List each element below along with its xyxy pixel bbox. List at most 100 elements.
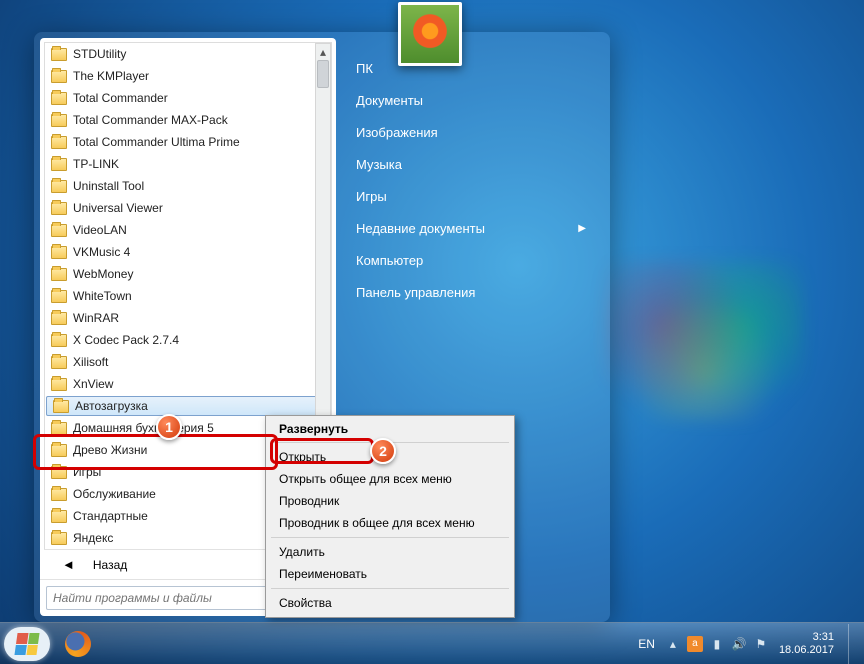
program-folder-item[interactable]: Total Commander Ultima Prime (45, 131, 331, 153)
folder-icon (51, 356, 67, 369)
program-folder-item[interactable]: WebMoney (45, 263, 331, 285)
folder-icon (51, 378, 67, 391)
firefox-icon (65, 631, 91, 657)
user-picture-icon (401, 5, 459, 63)
program-label: VKMusic 4 (73, 245, 130, 259)
taskbar: EN ▴ a ▮ 🔊 ⚑ 3:31 18.06.2017 (0, 622, 864, 664)
folder-icon (51, 224, 67, 237)
program-folder-item[interactable]: VKMusic 4 (45, 241, 331, 263)
chevron-right-icon: ▶ (578, 223, 586, 234)
program-folder-item[interactable]: Total Commander MAX-Pack (45, 109, 331, 131)
start-menu-link-label: ПК (356, 61, 373, 76)
program-folder-item[interactable]: WhiteTown (45, 285, 331, 307)
user-picture-frame[interactable] (398, 2, 462, 66)
program-label: TP-LINK (73, 157, 119, 171)
language-indicator[interactable]: EN (638, 637, 655, 651)
wallpaper-glow (604, 260, 804, 420)
folder-icon (51, 444, 67, 457)
start-menu-link[interactable]: Игры (354, 180, 594, 212)
context-menu-item[interactable]: Проводник в общее для всех меню (269, 512, 511, 534)
program-label: The KMPlayer (73, 69, 149, 83)
program-label: STDUtility (73, 47, 126, 61)
program-folder-item[interactable]: Universal Viewer (45, 197, 331, 219)
folder-icon (51, 136, 67, 149)
start-menu-link[interactable]: Компьютер (354, 244, 594, 276)
context-menu-item[interactable]: Проводник (269, 490, 511, 512)
start-menu-link-label: Документы (356, 93, 423, 108)
program-label: Xilisoft (73, 355, 108, 369)
start-menu-link[interactable]: Документы (354, 84, 594, 116)
taskbar-firefox[interactable] (54, 627, 102, 661)
program-label: Universal Viewer (73, 201, 163, 215)
start-menu-link[interactable]: Музыка (354, 148, 594, 180)
program-label: Total Commander MAX-Pack (73, 113, 228, 127)
context-menu-item[interactable]: Свойства (269, 592, 511, 614)
program-folder-item[interactable]: STDUtility (45, 43, 331, 65)
program-label: Игры (73, 465, 101, 479)
context-menu-header[interactable]: Развернуть (269, 419, 511, 439)
program-label: Древо Жизни (73, 443, 147, 457)
start-button[interactable] (4, 627, 50, 661)
scroll-up-icon[interactable]: ▴ (316, 44, 330, 60)
annotation-badge-1: 1 (156, 414, 182, 440)
folder-icon (51, 312, 67, 325)
folder-icon (51, 114, 67, 127)
folder-icon (51, 532, 67, 545)
program-label: Стандартные (73, 509, 148, 523)
start-menu-link-label: Музыка (356, 157, 402, 172)
folder-icon (51, 246, 67, 259)
program-folder-item[interactable]: XnView (45, 373, 331, 395)
program-label: Домашняя бухгалтерия 5 (73, 421, 214, 435)
folder-icon (51, 422, 67, 435)
start-menu-link[interactable]: Панель управления (354, 276, 594, 308)
tray-network-icon[interactable]: ▮ (709, 636, 725, 652)
folder-icon (53, 400, 69, 413)
folder-icon (51, 510, 67, 523)
folder-icon (51, 92, 67, 105)
folder-icon (51, 334, 67, 347)
program-label: Uninstall Tool (73, 179, 144, 193)
tray-flag-icon[interactable]: ⚑ (753, 636, 769, 652)
program-label: X Codec Pack 2.7.4 (73, 333, 179, 347)
start-menu-link-label: Игры (356, 189, 387, 204)
folder-icon (51, 48, 67, 61)
program-folder-item[interactable]: X Codec Pack 2.7.4 (45, 329, 331, 351)
tray-chevron-up-icon[interactable]: ▴ (665, 636, 681, 652)
program-label: Обслуживание (73, 487, 156, 501)
start-menu-link[interactable]: Изображения (354, 116, 594, 148)
program-folder-item[interactable]: WinRAR (45, 307, 331, 329)
program-label: WhiteTown (73, 289, 132, 303)
program-label: Автозагрузка (75, 399, 148, 413)
program-label: VideoLAN (73, 223, 127, 237)
start-menu-link[interactable]: ПК (354, 52, 594, 84)
program-folder-item[interactable]: Автозагрузка (46, 396, 330, 416)
program-folder-item[interactable]: Total Commander (45, 87, 331, 109)
program-label: WebMoney (73, 267, 133, 281)
start-menu-link[interactable]: Недавние документы▶ (354, 212, 594, 244)
back-label: Назад (93, 558, 127, 572)
context-menu-item[interactable]: Удалить (269, 541, 511, 563)
context-menu-separator (271, 537, 509, 538)
program-folder-item[interactable]: VideoLAN (45, 219, 331, 241)
tray-volume-icon[interactable]: 🔊 (731, 636, 747, 652)
context-menu-item[interactable]: Переименовать (269, 563, 511, 585)
folder-icon (51, 202, 67, 215)
program-folder-item[interactable]: Xilisoft (45, 351, 331, 373)
start-menu-link-label: Панель управления (356, 285, 475, 300)
start-menu-link-label: Компьютер (356, 253, 423, 268)
context-menu-item[interactable]: Открыть общее для всех меню (269, 468, 511, 490)
taskbar-clock[interactable]: 3:31 18.06.2017 (779, 631, 834, 656)
system-tray: EN ▴ a ▮ 🔊 ⚑ 3:31 18.06.2017 (638, 624, 860, 664)
scroll-thumb[interactable] (317, 60, 329, 88)
program-folder-item[interactable]: The KMPlayer (45, 65, 331, 87)
start-menu-link-label: Изображения (356, 125, 438, 140)
program-folder-item[interactable]: TP-LINK (45, 153, 331, 175)
folder-icon (51, 268, 67, 281)
show-desktop-button[interactable] (848, 624, 860, 664)
program-label: WinRAR (73, 311, 119, 325)
folder-icon (51, 180, 67, 193)
annotation-badge-2: 2 (370, 438, 396, 464)
tray-app-icon[interactable]: a (687, 636, 703, 652)
program-folder-item[interactable]: Uninstall Tool (45, 175, 331, 197)
clock-time: 3:31 (779, 631, 834, 644)
